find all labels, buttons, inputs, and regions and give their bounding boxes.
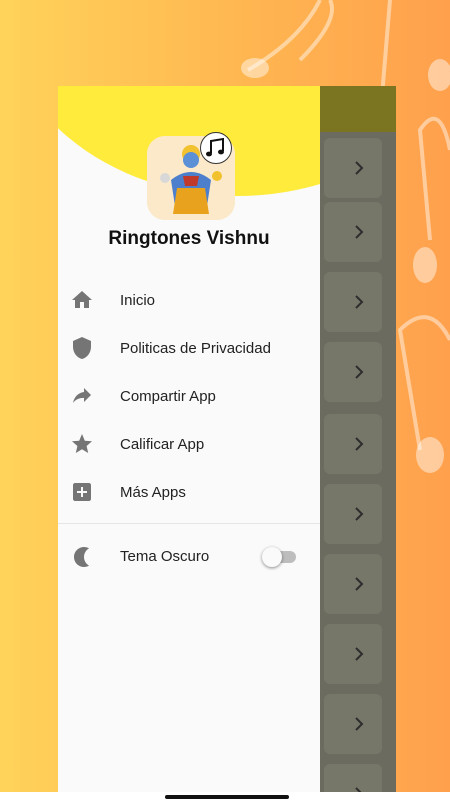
ringtone-list-item[interactable] — [324, 554, 382, 614]
toggle-thumb — [262, 547, 282, 567]
home-indicator[interactable] — [165, 795, 289, 799]
dark-theme-toggle[interactable] — [262, 547, 296, 567]
menu-item-rate-app[interactable]: Calificar App — [58, 420, 320, 468]
menu-item-label: Compartir App — [120, 387, 216, 405]
ringtone-list-item[interactable] — [324, 272, 382, 332]
home-icon — [70, 288, 94, 312]
share-icon — [70, 384, 94, 408]
divider — [58, 523, 320, 524]
music-note-icon — [200, 132, 232, 164]
app-screen: Ringtones Vishnu Inicio Politicas de Pri… — [58, 86, 396, 800]
ringtone-list-item[interactable] — [324, 624, 382, 684]
star-icon — [70, 432, 94, 456]
chevron-right-icon — [355, 437, 364, 451]
chevron-right-icon — [355, 577, 364, 591]
ringtone-list-item[interactable] — [324, 342, 382, 402]
chevron-right-icon — [355, 647, 364, 661]
menu-item-privacy-policy[interactable]: Politicas de Privacidad — [58, 324, 320, 372]
shield-icon — [70, 336, 94, 360]
menu-item-label: Politicas de Privacidad — [120, 339, 271, 357]
chevron-right-icon — [355, 295, 364, 309]
dark-theme-row: Tema Oscuro — [58, 533, 320, 581]
drawer-menu: Inicio Politicas de Privacidad Compartir… — [58, 276, 320, 516]
ringtone-list-item[interactable] — [324, 484, 382, 544]
ringtone-list-item[interactable] — [324, 202, 382, 262]
chevron-right-icon — [355, 717, 364, 731]
chevron-right-icon — [355, 507, 364, 521]
ringtone-list-item[interactable] — [324, 138, 382, 198]
app-title: Ringtones Vishnu — [108, 228, 270, 249]
menu-item-more-apps[interactable]: Más Apps — [58, 468, 320, 516]
menu-item-share-app[interactable]: Compartir App — [58, 372, 320, 420]
menu-item-label: Calificar App — [120, 435, 205, 453]
menu-item-inicio[interactable]: Inicio — [58, 276, 320, 324]
ringtone-list — [320, 132, 396, 800]
ringtone-list-item[interactable] — [324, 414, 382, 474]
chevron-right-icon — [355, 161, 364, 175]
menu-item-label: Más Apps — [120, 483, 186, 501]
add-box-icon — [70, 480, 94, 504]
dark-theme-label: Tema Oscuro — [120, 548, 210, 565]
chevron-right-icon — [355, 225, 364, 239]
app-bar — [320, 86, 396, 132]
menu-item-label: Inicio — [120, 291, 156, 309]
chevron-right-icon — [355, 365, 364, 379]
moon-icon — [70, 545, 94, 569]
ringtone-list-item[interactable] — [324, 694, 382, 754]
navigation-drawer: Ringtones Vishnu Inicio Politicas de Pri… — [58, 86, 320, 800]
